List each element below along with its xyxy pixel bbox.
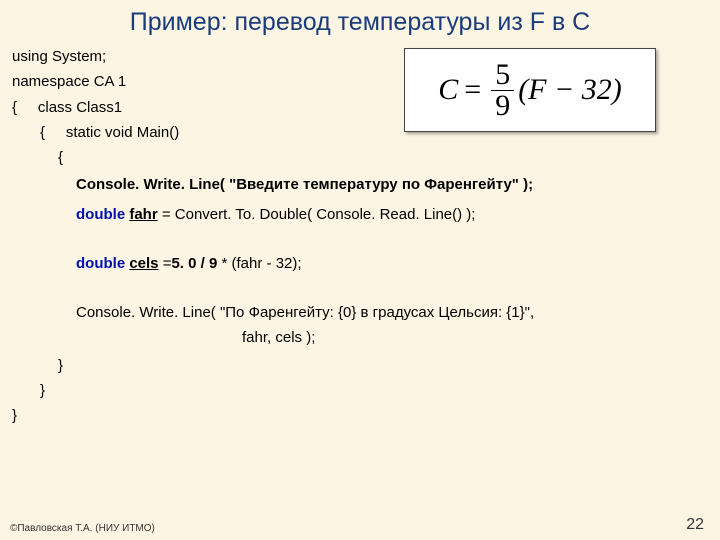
code-text: = Convert. To. Double( Console. Read. Li…: [158, 206, 476, 223]
code-line: double cels =5. 0 / 9 * (fahr - 32);: [12, 252, 708, 275]
formula-numerator: 5: [491, 60, 514, 91]
code-line: fahr, cels );: [12, 326, 708, 349]
code-text: * (fahr - 32);: [222, 255, 302, 272]
brace: {: [12, 99, 17, 116]
code-line: }: [12, 354, 708, 377]
formula-box: C = 5 9 (F − 32): [404, 48, 656, 132]
formula-eq: =: [464, 73, 481, 107]
variable: cels: [129, 255, 158, 272]
keyword: double: [76, 206, 129, 223]
code-line: }: [12, 404, 708, 427]
formula-denominator: 9: [491, 91, 514, 121]
page-number: 22: [686, 516, 704, 534]
code-text: class Class1: [38, 99, 122, 116]
formula-fraction: 5 9: [491, 60, 514, 121]
code-text: static void Main(): [66, 124, 179, 141]
code-line: }: [12, 379, 708, 402]
code-line: double fahr = Convert. To. Double( Conso…: [12, 203, 708, 226]
slide-title: Пример: перевод температуры из F в C: [0, 0, 720, 43]
code-text: );: [519, 176, 533, 193]
string-literal: "Введите температуру по Фаренгейту": [229, 176, 519, 193]
formula-lhs: C: [438, 73, 458, 107]
code-text: =: [159, 255, 172, 272]
keyword: double: [76, 255, 129, 272]
variable: fahr: [129, 206, 157, 223]
code-line: Console. Write. Line( "По Фаренгейту: {0…: [12, 301, 708, 324]
formula-rhs: (F − 32): [518, 73, 622, 107]
copyright-footer: ©Павловская Т.А. (НИУ ИТМО): [10, 523, 710, 534]
code-line: Console. Write. Line( "Введите температу…: [12, 173, 708, 196]
code-text: Console. Write. Line(: [76, 176, 229, 193]
code-line: {: [12, 146, 708, 169]
brace: {: [40, 124, 45, 141]
code-text: 5. 0 / 9: [171, 255, 221, 272]
